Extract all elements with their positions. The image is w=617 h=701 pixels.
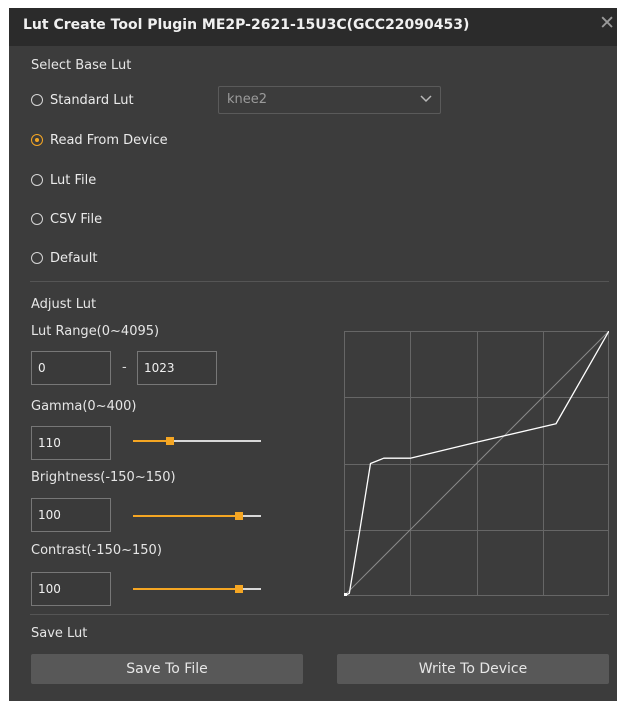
- radio-lut-file[interactable]: Lut File: [31, 170, 96, 190]
- contrast-label: Contrast(-150~150): [31, 543, 162, 558]
- divider: [30, 614, 609, 615]
- lut-create-dialog: Lut Create Tool Plugin ME2P-2621-15U3C(G…: [9, 8, 617, 701]
- lut-range-min-input[interactable]: [31, 351, 111, 385]
- gamma-slider-thumb[interactable]: [166, 437, 174, 445]
- contrast-slider-thumb[interactable]: [235, 585, 243, 593]
- brightness-label: Brightness(-150~150): [31, 470, 176, 485]
- radio-csv-file[interactable]: CSV File: [31, 209, 102, 229]
- standard-lut-select-value: knee2: [227, 92, 268, 107]
- radio-default[interactable]: Default: [31, 248, 98, 268]
- save-to-file-button[interactable]: Save To File: [31, 654, 303, 684]
- radio-standard-lut[interactable]: Standard Lut: [31, 90, 134, 110]
- divider: [30, 281, 609, 282]
- brightness-slider[interactable]: [133, 509, 261, 523]
- lut-range-label: Lut Range(0~4095): [31, 324, 160, 339]
- radio-csv-file-indicator[interactable]: [31, 213, 43, 225]
- radio-read-from-device-indicator[interactable]: [31, 134, 43, 146]
- contrast-slider[interactable]: [133, 582, 261, 596]
- adjust-lut-heading: Adjust Lut: [31, 297, 97, 312]
- radio-read-from-device-label: Read From Device: [50, 132, 168, 148]
- contrast-input[interactable]: [31, 572, 111, 606]
- radio-csv-file-label: CSV File: [50, 211, 103, 227]
- save-lut-heading: Save Lut: [31, 626, 88, 641]
- reference-line: [344, 331, 609, 596]
- radio-lut-file-indicator[interactable]: [31, 174, 43, 186]
- gamma-slider-track: [170, 440, 261, 442]
- radio-default-indicator[interactable]: [31, 252, 43, 264]
- radio-standard-lut-label: Standard Lut: [50, 92, 134, 108]
- gamma-slider-fill: [133, 440, 170, 442]
- write-to-device-button[interactable]: Write To Device: [337, 654, 609, 684]
- radio-lut-file-label: Lut File: [50, 172, 97, 188]
- lut-curve-graph[interactable]: [344, 331, 609, 596]
- lut-range-max-input[interactable]: [137, 351, 217, 385]
- brightness-slider-thumb[interactable]: [235, 512, 243, 520]
- brightness-input[interactable]: [31, 498, 111, 532]
- chevron-down-icon: [420, 95, 432, 103]
- standard-lut-select[interactable]: knee2: [218, 86, 441, 114]
- curve-start-point: [344, 593, 347, 596]
- radio-standard-lut-indicator[interactable]: [31, 94, 43, 106]
- gamma-input[interactable]: [31, 426, 111, 460]
- radio-default-label: Default: [50, 250, 98, 266]
- radio-read-from-device[interactable]: Read From Device: [31, 130, 168, 150]
- contrast-slider-fill: [133, 588, 239, 590]
- gamma-slider[interactable]: [133, 434, 261, 448]
- close-icon[interactable]: ✕: [599, 14, 615, 33]
- title-bar[interactable]: Lut Create Tool Plugin ME2P-2621-15U3C(G…: [9, 8, 617, 46]
- gamma-label: Gamma(0~400): [31, 399, 137, 414]
- window-title: Lut Create Tool Plugin ME2P-2621-15U3C(G…: [23, 17, 470, 33]
- select-base-heading: Select Base Lut: [31, 58, 132, 73]
- brightness-slider-fill: [133, 515, 239, 517]
- lut-range-separator: -: [122, 360, 127, 375]
